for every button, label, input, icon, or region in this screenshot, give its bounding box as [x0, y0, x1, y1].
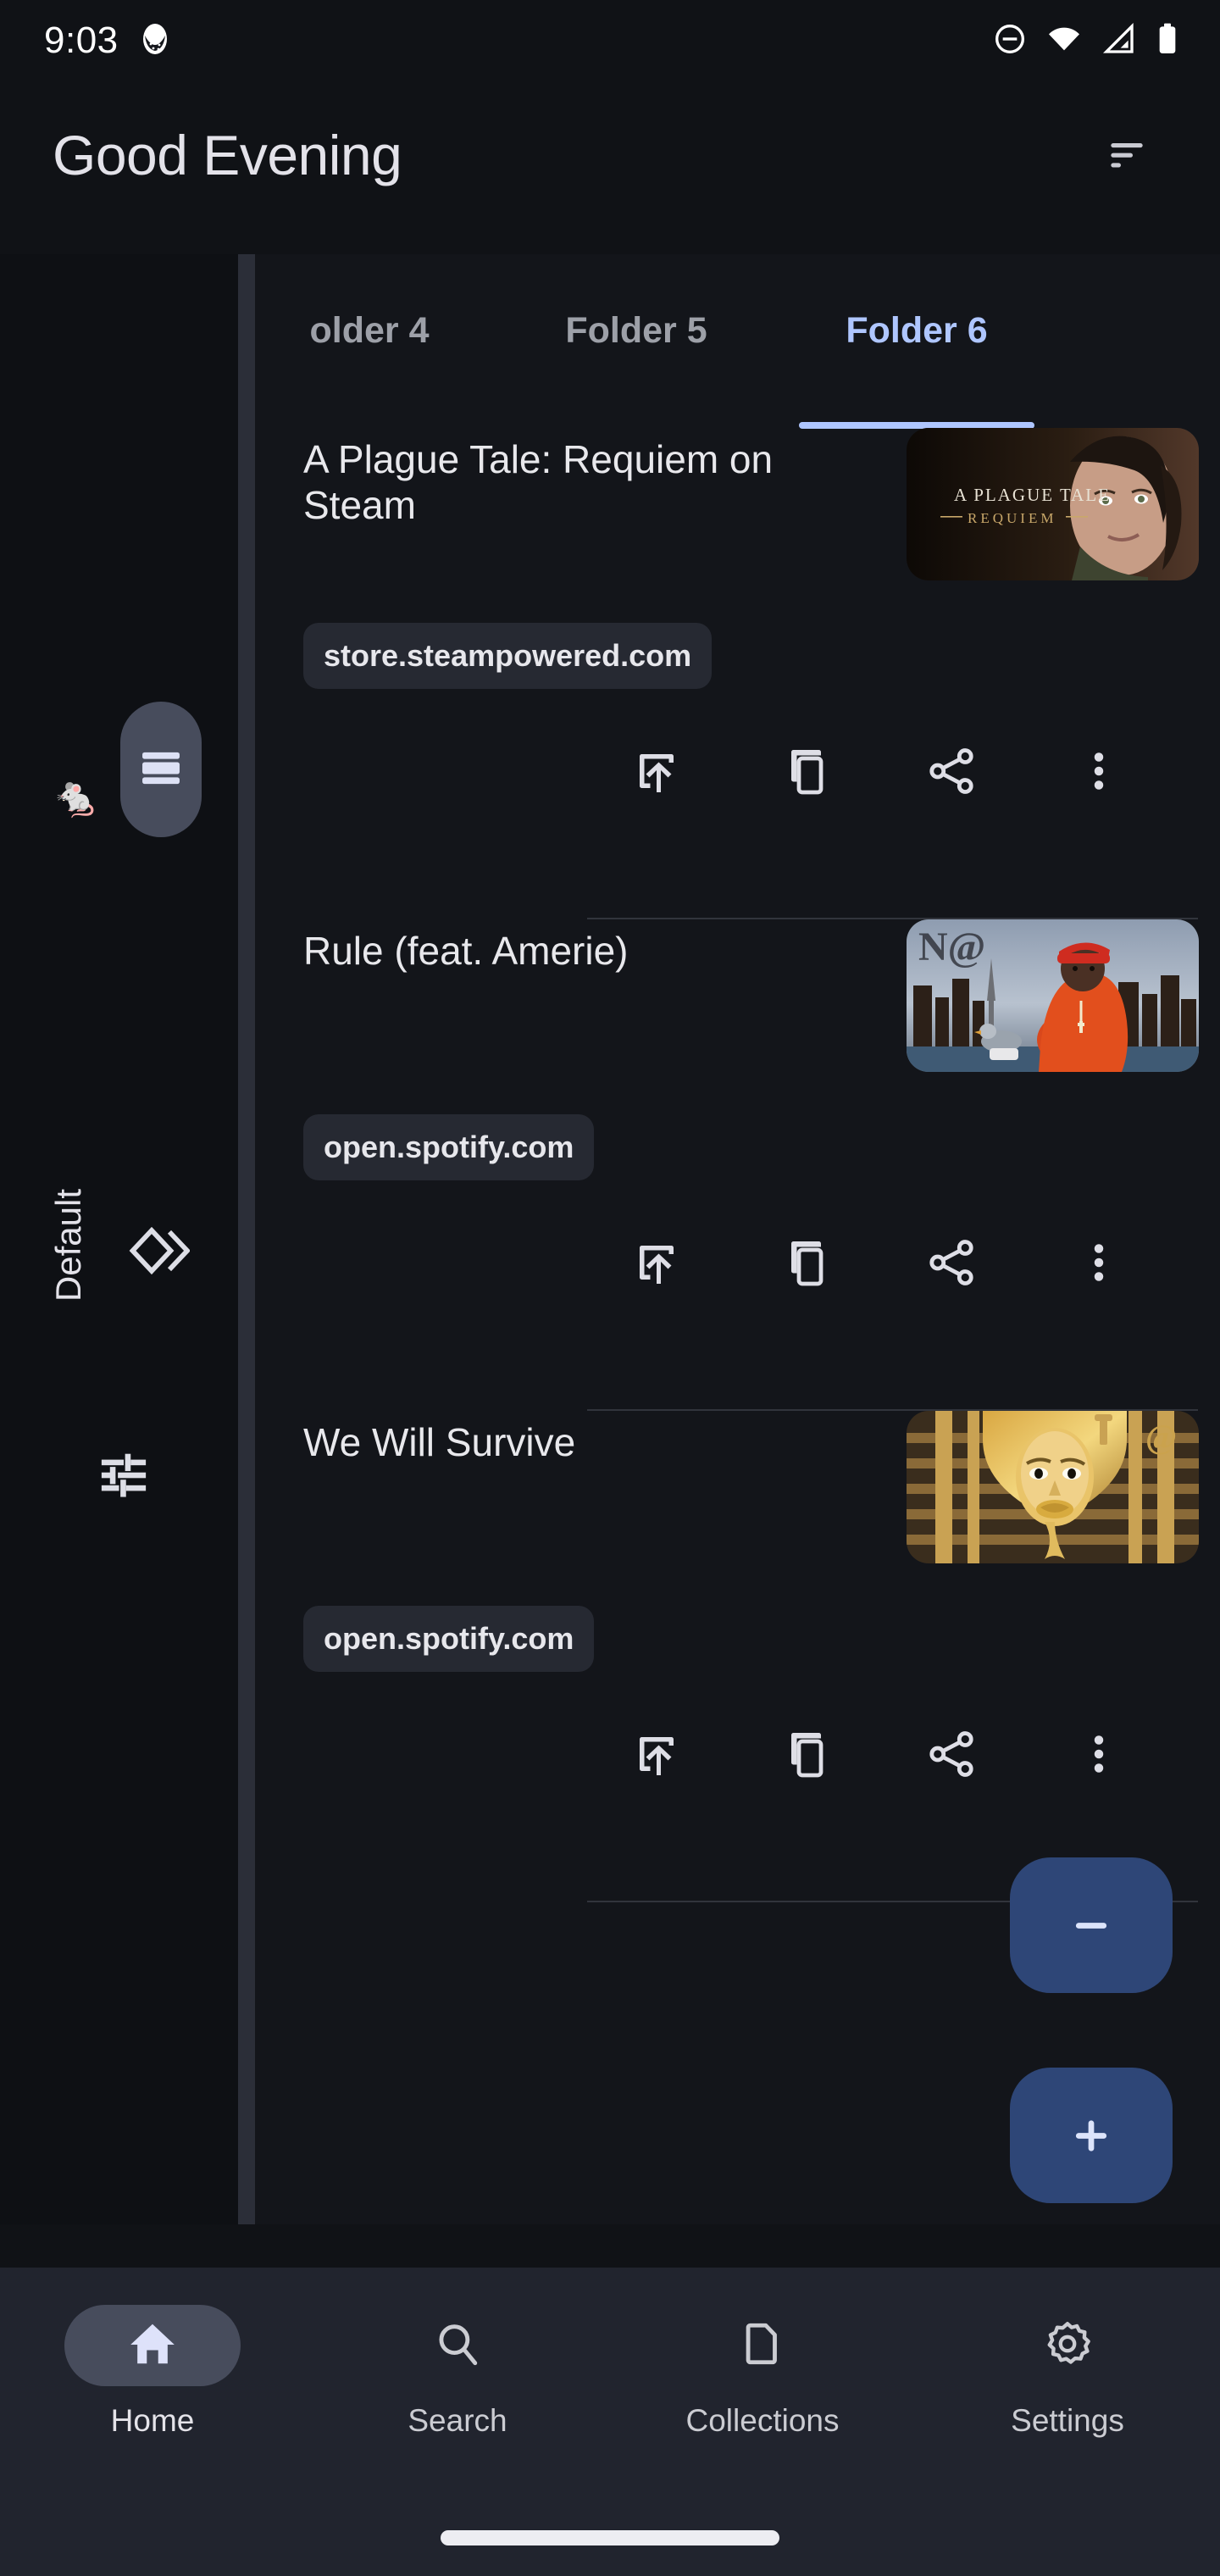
- open-in-new-icon[interactable]: [616, 1222, 697, 1303]
- list-item-domain-label: open.spotify.com: [324, 1130, 574, 1164]
- tab-label: Folder 5: [565, 310, 707, 351]
- list-item-title: Rule (feat. Amerie): [303, 929, 629, 973]
- nav-item-label: Settings: [1011, 2403, 1124, 2438]
- home-icon: [126, 2318, 179, 2374]
- status-bar: 9:03: [0, 0, 1220, 81]
- remove-fab[interactable]: [1010, 1857, 1173, 1993]
- tune-icon: [96, 1447, 152, 1507]
- drawer-edge-divider: [238, 254, 255, 2224]
- mouse-emoji-icon: 🐁: [52, 774, 101, 819]
- cellular-signal-icon: [1101, 22, 1137, 60]
- nav-item-collections[interactable]: Collections: [610, 2305, 915, 2471]
- list-item-domain-label: store.steampowered.com: [324, 638, 692, 673]
- list-item-actions: [577, 724, 1187, 818]
- link-list: A Plague Tale: Requiem on Steam A PLAGUE…: [255, 428, 1220, 1902]
- more-vert-icon[interactable]: [1058, 1222, 1140, 1303]
- list-item[interactable]: A Plague Tale: Requiem on Steam A PLAGUE…: [255, 428, 1220, 919]
- minus-icon: [1075, 1923, 1107, 1929]
- diamond-chevron-icon: [129, 1220, 191, 1285]
- list-item-actions: [577, 1216, 1187, 1309]
- copy-icon[interactable]: [763, 730, 845, 812]
- svg-text:@: @: [1145, 1418, 1177, 1456]
- list-item-domain-chip[interactable]: open.spotify.com: [303, 1606, 595, 1672]
- do-not-disturb-icon: [993, 22, 1027, 60]
- home-indicator[interactable]: [441, 2530, 779, 2545]
- drawer-item-default-label[interactable]: Default: [42, 1174, 95, 1318]
- list-item-domain-chip[interactable]: open.spotify.com: [303, 1114, 595, 1180]
- open-in-new-icon[interactable]: [616, 1713, 697, 1795]
- nav-icon-wrap: [979, 2305, 1156, 2386]
- app-root: 9:03 Good Evening 🐁 Default older 4 Fold…: [0, 0, 1220, 2576]
- share-icon[interactable]: [911, 730, 992, 812]
- open-in-new-icon[interactable]: [616, 730, 697, 812]
- navigation-drawer[interactable]: 🐁 Default: [0, 254, 238, 2224]
- drawer-item-mouse[interactable]: 🐁: [42, 763, 110, 830]
- nav-item-home[interactable]: Home: [0, 2305, 305, 2471]
- svg-text:REQUIEM: REQUIEM: [968, 510, 1056, 526]
- tab-label: older 4: [309, 310, 430, 351]
- battery-icon: [1156, 22, 1179, 60]
- folder-tab-bar[interactable]: older 4 Folder 5 Folder 6: [255, 254, 1220, 429]
- wifi-icon: [1045, 22, 1083, 60]
- tab-folder-4[interactable]: older 4: [255, 310, 509, 429]
- list-item-title: A Plague Tale: Requiem on Steam: [303, 437, 774, 528]
- nav-item-label: Collections: [685, 2403, 840, 2438]
- svg-text:N@: N@: [918, 924, 985, 969]
- nav-active-pill: [64, 2305, 241, 2386]
- list-item-thumbnail: N@: [907, 919, 1199, 1072]
- add-fab[interactable]: [1010, 2068, 1173, 2203]
- list-item-domain-label: open.spotify.com: [324, 1621, 574, 1656]
- more-vert-icon[interactable]: [1058, 1713, 1140, 1795]
- bottom-navigation-bar[interactable]: Home Search Collections Settings: [0, 2268, 1220, 2576]
- view-agenda-icon: [135, 741, 187, 798]
- list-item-thumbnail: A PLAGUE TALE REQUIEM: [907, 428, 1199, 580]
- list-item-domain-chip[interactable]: store.steampowered.com: [303, 623, 713, 689]
- tab-label: Folder 6: [846, 310, 988, 351]
- copy-icon[interactable]: [763, 1713, 845, 1795]
- list-item[interactable]: We Will Survive @ open.spotify.com: [255, 1411, 1220, 1902]
- copy-icon[interactable]: [763, 1222, 845, 1303]
- status-bar-left: 9:03: [44, 19, 169, 62]
- tab-folder-6[interactable]: Folder 6: [763, 310, 1070, 429]
- status-bar-clock: 9:03: [44, 19, 119, 61]
- share-icon[interactable]: [911, 1222, 992, 1303]
- nav-item-label: Search: [408, 2403, 507, 2438]
- nav-icon-wrap: [369, 2305, 546, 2386]
- list-item[interactable]: Rule (feat. Amerie) N@ open.spotify.com: [255, 919, 1220, 1411]
- list-item-title: We Will Survive: [303, 1420, 576, 1464]
- list-item-actions: [577, 1707, 1187, 1801]
- list-item-thumbnail: @: [907, 1411, 1199, 1563]
- top-app-bar: Good Evening: [0, 100, 1220, 210]
- nav-icon-wrap: [674, 2305, 851, 2386]
- more-vert-icon[interactable]: [1058, 730, 1140, 812]
- plus-icon: [1075, 2120, 1107, 2151]
- search-icon: [433, 2319, 482, 2373]
- status-bar-right: [993, 22, 1179, 60]
- sort-filter-icon[interactable]: [1086, 114, 1167, 196]
- drawer-item-tune[interactable]: [83, 1436, 164, 1518]
- drawer-default-label: Default: [48, 1189, 88, 1302]
- page-title: Good Evening: [53, 124, 402, 186]
- folder-icon: [738, 2319, 787, 2373]
- drawer-item-diamond[interactable]: [119, 1212, 200, 1293]
- svg-text:A PLAGUE TALE: A PLAGUE TALE: [954, 485, 1111, 505]
- drawer-item-view-agenda[interactable]: [120, 702, 202, 837]
- nav-item-settings[interactable]: Settings: [915, 2305, 1220, 2471]
- chicken-emoji-icon: [141, 22, 169, 60]
- drawer-selected-pill: [120, 702, 202, 837]
- share-icon[interactable]: [911, 1713, 992, 1795]
- bottom-nav-items: Home Search Collections Settings: [0, 2268, 1220, 2471]
- nav-item-label: Home: [110, 2403, 195, 2438]
- tab-folder-5[interactable]: Folder 5: [509, 310, 763, 429]
- gear-icon: [1043, 2319, 1092, 2373]
- nav-item-search[interactable]: Search: [305, 2305, 610, 2471]
